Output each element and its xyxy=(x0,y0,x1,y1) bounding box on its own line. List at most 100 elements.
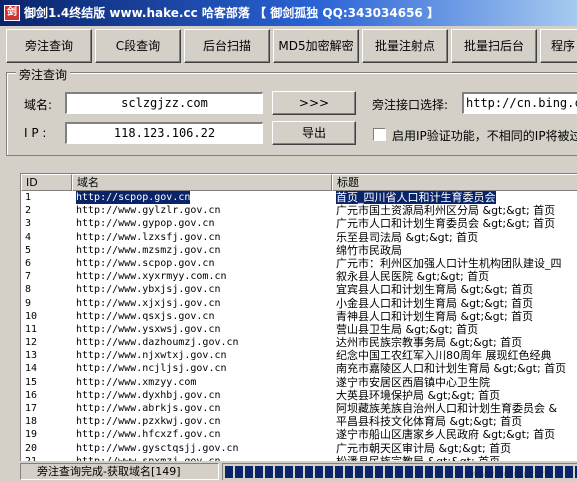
row-domain: http://www.ncjljsj.gov.cn xyxy=(76,363,227,375)
tab-batch-backend-button[interactable]: 批量扫后台 xyxy=(451,29,537,63)
row-domain: http://www.pzxkwj.gov.cn xyxy=(76,416,221,428)
table-row[interactable]: 13 http://www.njxwtxj.gov.cn 纪念中国工农红军入川80周… xyxy=(21,349,577,362)
row-id: 5 xyxy=(25,244,32,256)
row-id: 1 xyxy=(25,192,32,203)
table-row[interactable]: 3 http://www.gypop.gov.cn 广元市人口和计划生育委员会 &g… xyxy=(21,217,577,230)
ip-input[interactable]: 118.123.106.22 xyxy=(65,122,263,144)
row-id: 3 xyxy=(25,218,32,230)
table-row[interactable]: 8 http://www.ybxjsj.gov.cn 宜宾县人口和计划生育局 &gt… xyxy=(21,283,577,296)
query-group-label: 旁注查询 xyxy=(16,66,71,83)
row-domain: http://www.gysctqsjj.gov.cn xyxy=(76,442,239,454)
results-header: ID 域名 标题 xyxy=(21,174,577,191)
row-title: 南充市嘉陵区人口和计划生育局 &gt;&gt; 首页 xyxy=(336,362,567,376)
status-text: 旁注查询完成-获取域名[149] xyxy=(20,463,219,480)
table-row[interactable]: 20 http://www.gysctqsjj.gov.cn 广元市朝天区审计局 &… xyxy=(21,442,577,455)
row-id: 19 xyxy=(25,429,38,441)
row-domain: http://www.scpop.gov.cn xyxy=(76,257,215,269)
tab-md5-button[interactable]: MD5加密解密 xyxy=(273,29,359,63)
row-title: 平昌县科技文化体育局 &gt;&gt; 首页 xyxy=(336,415,523,429)
table-row[interactable]: 4 http://www.lzxsfj.gov.cn 乐至县司法局 &gt;&gt;… xyxy=(21,231,577,244)
row-id: 2 xyxy=(25,205,32,217)
table-row[interactable]: 19 http://www.hfcxzf.gov.cn 遂宁市船山区唐家乡人民政府 … xyxy=(21,428,577,441)
row-title: 青神县人口和计划生育局 &gt;&gt; 首页 xyxy=(336,309,534,323)
tab-program-button[interactable]: 程序 xyxy=(540,29,577,63)
row-domain: http://www.abrkjs.gov.cn xyxy=(76,403,221,414)
row-domain: http://www.ysxwsj.gov.cn xyxy=(76,323,221,335)
toolbar: 旁注查询 C段查询 后台扫描 MD5加密解密 批量注射点 批量扫后台 程序 xyxy=(0,26,577,66)
row-title: 首页_四川省人口和计生育委员会 xyxy=(336,191,496,204)
column-header-id[interactable]: ID xyxy=(21,174,72,191)
row-id: 10 xyxy=(25,310,38,322)
row-domain: http://www.gypop.gov.cn xyxy=(76,218,215,230)
row-domain: http://scpop.gov.cn xyxy=(76,191,191,204)
window-title: 御剑1.4终结版 www.hake.cc 哈客部落 【 御剑孤独 QQ:3430… xyxy=(24,6,439,20)
domain-input[interactable]: sclzgjzz.com xyxy=(65,92,263,114)
api-select[interactable]: http://cn.bing.com xyxy=(462,92,577,114)
table-row[interactable]: 10 http://www.qsxjs.gov.cn 青神县人口和计划生育局 &gt… xyxy=(21,310,577,323)
row-id: 16 xyxy=(25,389,38,401)
export-button[interactable]: 导出 xyxy=(272,121,356,145)
watermark: www.hetqu.com xyxy=(470,469,551,480)
row-title: 纪念中国工农红军入川80周年 展现红色经典 xyxy=(336,349,552,363)
row-title: 遂宁市安居区西眉镇中心卫生院 xyxy=(336,375,490,389)
row-domain: http://www.qsxjs.gov.cn xyxy=(76,310,215,322)
row-title: 广元市国土资源局利州区分局 &gt;&gt; 首页 xyxy=(336,204,556,218)
results-list[interactable]: ID 域名 标题 1 http://scpop.gov.cn 首页_四川省人口和计生… xyxy=(20,173,577,461)
row-domain: http://www.xjxjsj.gov.cn xyxy=(76,297,221,309)
domain-label: 域名: xyxy=(24,98,53,112)
table-row[interactable]: 16 http://www.dyxhbj.gov.cn 大英县环境保护局 &gt;&… xyxy=(21,389,577,402)
row-id: 18 xyxy=(25,416,38,428)
table-row[interactable]: 2 http://www.gylzlr.gov.cn 广元市国土资源局利州区分局 &… xyxy=(21,204,577,217)
row-id: 8 xyxy=(25,284,32,296)
row-domain: http://www.lzxsfj.gov.cn xyxy=(76,231,221,243)
table-row[interactable]: 5 http://www.mzsmzj.gov.cn 绵竹市民政局 xyxy=(21,244,577,257)
table-row[interactable]: 9 http://www.xjxjsj.gov.cn 小金县人口和计划生育局 &gt… xyxy=(21,297,577,310)
table-row[interactable]: 1 http://scpop.gov.cn 首页_四川省人口和计生育委员会 xyxy=(21,191,577,204)
row-id: 15 xyxy=(25,376,38,388)
column-header-title[interactable]: 标题 xyxy=(332,174,577,191)
row-title: 阿坝藏族羌族自治州人口和计划生育委员会 & xyxy=(336,402,558,415)
tab-batch-inject-button[interactable]: 批量注射点 xyxy=(362,29,448,63)
row-domain: http://www.xyxrmyy.com.cn xyxy=(76,271,227,283)
row-title: 宜宾县人口和计划生育局 &gt;&gt; 首页 xyxy=(336,283,534,297)
row-title: 乐至县司法局 &gt;&gt; 首页 xyxy=(336,230,479,244)
row-id: 9 xyxy=(25,297,32,309)
title-bar: 剑 御剑1.4终结版 www.hake.cc 哈客部落 【 御剑孤独 QQ:34… xyxy=(0,0,577,26)
table-row[interactable]: 7 http://www.xyxrmyy.com.cn 叙永县人民医院 &gt;&g… xyxy=(21,270,577,283)
tab-side-query-button[interactable]: 旁注查询 xyxy=(6,29,92,63)
row-title: 广元市朝天区审计局 &gt;&gt; 首页 xyxy=(336,441,512,455)
row-domain: http://www.dazhoumzj.gov.cn xyxy=(76,337,239,349)
table-row[interactable]: 12 http://www.dazhoumzj.gov.cn 达州市民族宗教事务局 … xyxy=(21,336,577,349)
ip-verify-checkbox[interactable] xyxy=(373,128,386,141)
ip-label: I P : xyxy=(24,126,47,140)
row-domain: http://www.dyxhbj.gov.cn xyxy=(76,389,221,401)
row-domain: http://www.xmzyy.com xyxy=(76,376,197,388)
table-row[interactable]: 11 http://www.ysxwsj.gov.cn 营山县卫生局 &gt;&gt… xyxy=(21,323,577,336)
table-row[interactable]: 18 http://www.pzxkwj.gov.cn 平昌县科技文化体育局 &gt… xyxy=(21,415,577,428)
row-title: 大英县环境保护局 &gt;&gt; 首页 xyxy=(336,388,501,402)
row-title: 营山县卫生局 &gt;&gt; 首页 xyxy=(336,322,479,336)
row-domain: http://www.mzsmzj.gov.cn xyxy=(76,244,221,256)
tab-c-segment-button[interactable]: C段查询 xyxy=(95,29,181,63)
row-title: 广元市：利州区加强人口计生机构团队建设_四 xyxy=(336,256,562,270)
table-row[interactable]: 6 http://www.scpop.gov.cn 广元市：利州区加强人口计生机构团… xyxy=(21,257,577,270)
row-id: 14 xyxy=(25,363,38,375)
row-id: 13 xyxy=(25,350,38,362)
row-domain: http://www.njxwtxj.gov.cn xyxy=(76,350,227,362)
query-go-button[interactable]: >>> xyxy=(272,91,356,115)
row-id: 6 xyxy=(25,257,32,269)
table-row[interactable]: 17 http://www.abrkjs.gov.cn 阿坝藏族羌族自治州人口和计划… xyxy=(21,402,577,415)
table-row[interactable]: 15 http://www.xmzyy.com 遂宁市安居区西眉镇中心卫生院 xyxy=(21,376,577,389)
column-header-domain[interactable]: 域名 xyxy=(72,174,332,191)
row-id: 4 xyxy=(25,231,32,243)
row-title: 小金县人口和计划生育局 &gt;&gt; 首页 xyxy=(336,296,534,310)
row-title: 达州市民族宗教事务局 &gt;&gt; 首页 xyxy=(336,336,523,350)
row-domain: http://www.gylzlr.gov.cn xyxy=(76,205,221,217)
row-id: 17 xyxy=(25,403,38,414)
row-title: 广元市人口和计划生育委员会 &gt;&gt; 首页 xyxy=(336,217,556,231)
row-id: 7 xyxy=(25,271,32,283)
row-domain: http://www.hfcxzf.gov.cn xyxy=(76,429,221,441)
tab-backend-scan-button[interactable]: 后台扫描 xyxy=(184,29,270,63)
row-id: 11 xyxy=(25,323,38,335)
table-row[interactable]: 14 http://www.ncjljsj.gov.cn 南充市嘉陵区人口和计划生育… xyxy=(21,362,577,375)
